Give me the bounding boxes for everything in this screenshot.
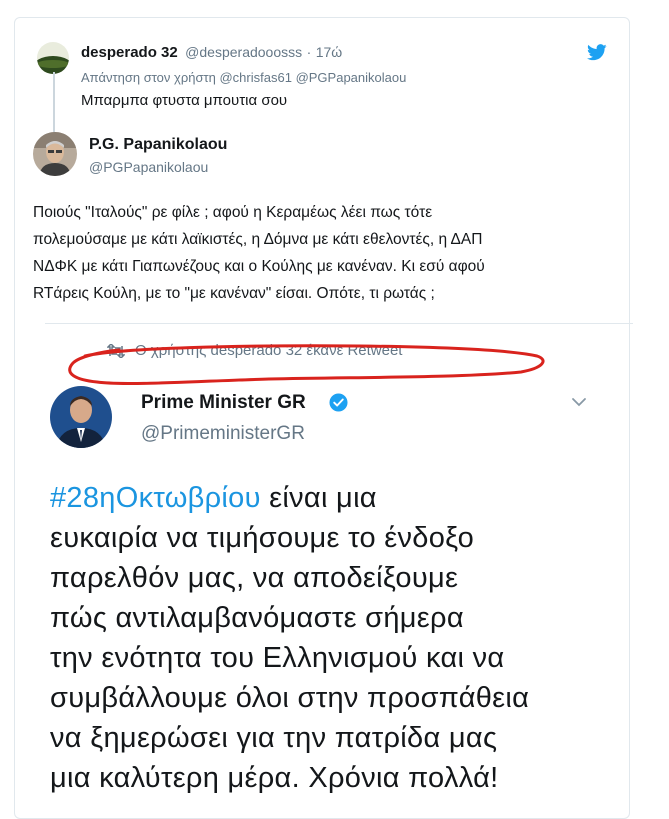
main-tweet-line: ΝΔΦΚ με κάτι Γιαπωνέζους και ο Κούλης με… (33, 258, 485, 275)
reply-separator: · (306, 44, 312, 60)
reply-display-name[interactable]: desperado 32 (81, 44, 178, 61)
embedded-line: συμβάλλουμε όλοι στην προσπάθεια (50, 682, 530, 714)
embedded-line-1-rest: είναι μια (260, 482, 377, 514)
embedded-line-1: #28ηΟκτωβρίου είναι μια (50, 478, 529, 518)
main-display-name[interactable]: P.G. Papanikolaou (89, 136, 227, 154)
reply-to-prefix: Απάντηση στον χρήστη (81, 70, 216, 85)
embedded-handle[interactable]: @PrimeministerGR (141, 423, 305, 445)
main-handle[interactable]: @PGPapanikolaou (89, 159, 208, 175)
tweet-card: desperado 32 @desperadooosss · 17ώ Απάντ… (14, 17, 633, 819)
embedded-line: πώς αντιλαμβανόμαστε σήμερα (50, 602, 464, 634)
avatar-desperado[interactable] (37, 42, 69, 74)
reply-text: Μπαρμπα φτυστα μπουτια σου (81, 92, 288, 109)
reply-header: desperado 32 @desperadooosss · 17ώ (81, 44, 342, 62)
main-tweet-line: πολεμούσαμε με κάτι λαϊκιστές, η Δόμνα μ… (33, 231, 483, 248)
embedded-tweet-text: #28ηΟκτωβρίου είναι μια ευκαιρία να τιμή… (50, 478, 529, 798)
verified-badge-icon (329, 393, 348, 412)
embedded-line: την ενότητα του Ελληνισμού και να (50, 642, 505, 674)
reply-handle[interactable]: @desperadooosss (185, 44, 302, 60)
embedded-display-name[interactable]: Prime Minister GR (141, 392, 306, 414)
reply-to-link-2[interactable]: @PGPapanikolaou (296, 70, 407, 85)
avatar-primeminister[interactable] (50, 386, 112, 448)
embedded-line: μια καλύτερη μέρα. Χρόνια πολλά! (50, 762, 499, 794)
main-tweet-line: Ποιούς "Ιταλούς" ρε φίλε ; αφού η Κεραμέ… (33, 204, 433, 221)
chevron-down-icon[interactable] (571, 395, 587, 407)
avatar-papanikolaou[interactable] (33, 132, 77, 176)
reply-to-link-1[interactable]: @chrisfas61 (219, 70, 291, 85)
main-tweet-text: Ποιούς "Ιταλούς" ρε φίλε ; αφού η Κεραμέ… (33, 199, 485, 307)
annotation-circle (68, 344, 545, 386)
embedded-line: ευκαιρία να τιμήσουμε το ένδοξο (50, 522, 475, 554)
divider (45, 323, 633, 324)
embedded-line: να ξημερώσει για την πατρίδα μας (50, 722, 498, 754)
reply-thread-line (53, 72, 55, 136)
embedded-line: παρελθόν μας, να αποδείξουμε (50, 562, 459, 594)
reply-time[interactable]: 17ώ (316, 44, 343, 60)
reply-to-line: Απάντηση στον χρήστη @chrisfas61 @PGPapa… (81, 70, 406, 85)
main-tweet-line: RTάρεις Κούλη, με το "με κανέναν" είσαι.… (33, 285, 435, 302)
hashtag-link[interactable]: #28ηΟκτωβρίου (50, 482, 261, 514)
twitter-bird-icon[interactable] (587, 44, 607, 61)
